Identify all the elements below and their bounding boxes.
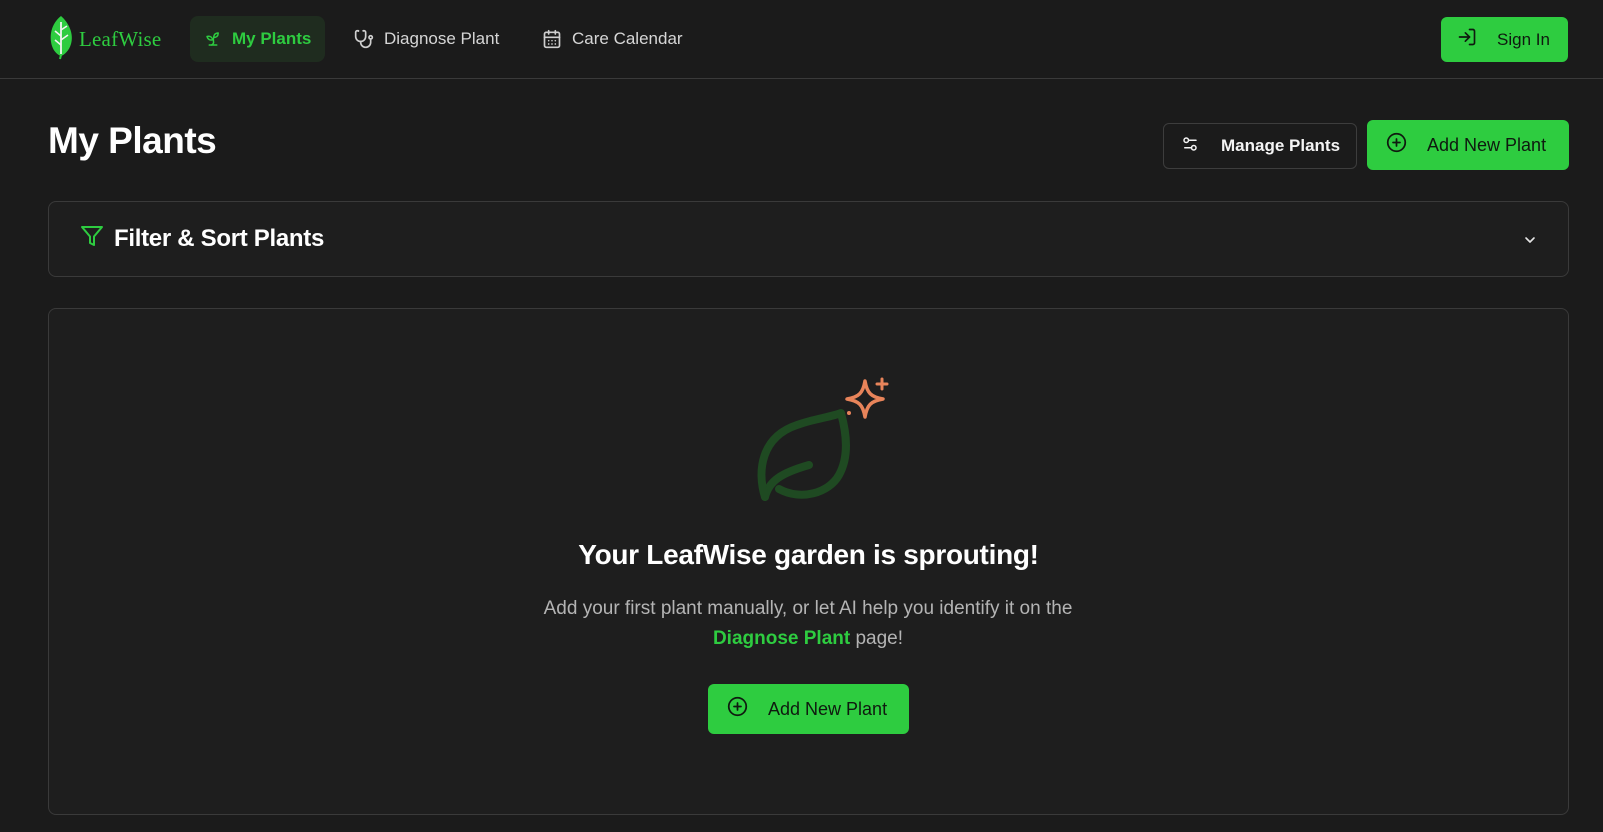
- top-nav-bar: LeafWise My Plants Diagnose Plant Care C…: [0, 0, 1603, 79]
- calendar-icon: [542, 29, 562, 49]
- sliders-icon: [1181, 135, 1199, 158]
- brand-name: LeafWise: [79, 26, 162, 51]
- log-in-icon: [1457, 27, 1477, 52]
- leaf-sparkle-icon: [751, 375, 891, 510]
- logo[interactable]: LeafWise: [47, 14, 162, 65]
- empty-add-new-plant-label: Add New Plant: [768, 698, 888, 719]
- sign-in-button[interactable]: Sign In: [1441, 17, 1568, 62]
- sign-in-label: Sign In: [1497, 29, 1550, 49]
- nav-item-diagnose-plant[interactable]: Diagnose Plant: [340, 16, 513, 62]
- stethoscope-icon: [354, 29, 374, 49]
- plus-circle-icon: [727, 696, 748, 722]
- empty-desc-text-before: Add your first plant manually, or let AI…: [543, 598, 1073, 619]
- empty-desc-text-after: page!: [855, 628, 904, 649]
- diagnose-plant-link[interactable]: Diagnose Plant: [713, 628, 850, 649]
- nav-label-diagnose-plant: Diagnose Plant: [384, 29, 500, 48]
- nav-item-care-calendar[interactable]: Care Calendar: [528, 16, 697, 62]
- manage-plants-label: Manage Plants: [1221, 136, 1341, 155]
- plus-circle-icon: [1386, 132, 1407, 158]
- nav-item-my-plants[interactable]: My Plants: [190, 16, 326, 62]
- sprout-icon: [204, 30, 222, 48]
- leaf-logo-icon: [47, 14, 75, 65]
- nav-label-my-plants: My Plants: [232, 29, 312, 48]
- filter-sort-panel[interactable]: Filter & Sort Plants: [48, 201, 1569, 277]
- empty-state-title: Your LeafWise garden is sprouting!: [578, 539, 1039, 570]
- filter-title: Filter & Sort Plants: [114, 224, 325, 252]
- manage-plants-button[interactable]: Manage Plants: [1163, 123, 1357, 169]
- empty-state-description: Add your first plant manually, or let AI…: [533, 594, 1083, 654]
- nav-label-care-calendar: Care Calendar: [572, 29, 683, 48]
- filter-icon: [80, 224, 104, 253]
- add-new-plant-button[interactable]: Add New Plant: [1367, 120, 1569, 170]
- empty-add-new-plant-button[interactable]: Add New Plant: [708, 684, 909, 734]
- page-title: My Plants: [48, 120, 217, 161]
- add-new-plant-label: Add New Plant: [1427, 134, 1547, 155]
- chevron-down-icon[interactable]: [1522, 232, 1538, 253]
- filter-header: Filter & Sort Plants: [80, 224, 324, 253]
